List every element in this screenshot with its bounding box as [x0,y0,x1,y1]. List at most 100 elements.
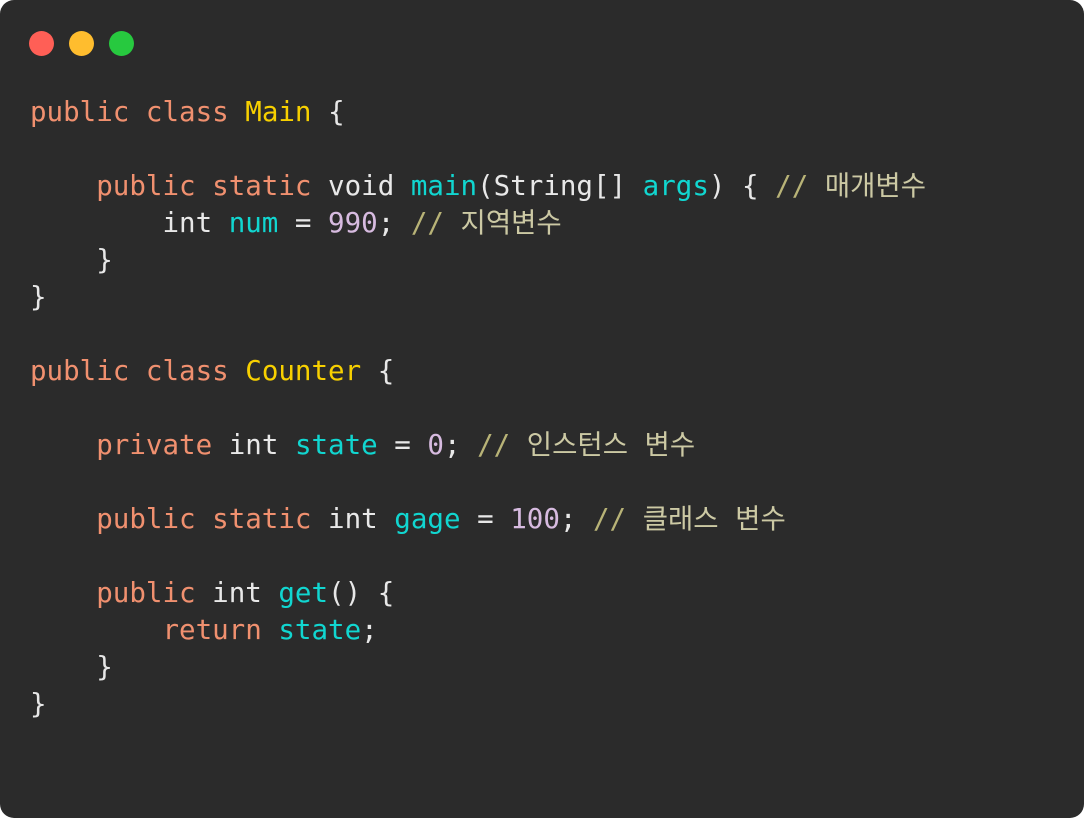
type-int: int [228,429,279,461]
maximize-button-icon[interactable] [109,31,134,56]
keyword-class: class [145,355,229,387]
operator-assign: = [294,207,312,239]
number-100: 100 [510,503,560,535]
method-name-get: get [278,577,329,609]
field-state-reference: state [278,614,362,646]
keyword-static: static [212,170,312,202]
code-editor-area[interactable]: public class Main { public static void m… [0,76,1084,818]
keyword-public: public [96,503,196,535]
code-line-4: int num = 990; // 지역변수 [30,205,1084,242]
brace-open: { [742,170,759,202]
param-args: args [642,170,709,202]
brace-close: } [30,688,47,720]
type-int: int [212,577,262,609]
brace-close: } [30,281,47,313]
keyword-class: class [145,96,229,128]
code-block[interactable]: public class Main { public static void m… [30,94,1084,723]
operator-assign: = [477,503,494,535]
code-line-7-blank [30,316,1084,353]
code-line-13-blank [30,538,1084,575]
brace-close: } [96,244,113,276]
paren-open: ( [477,170,494,202]
keyword-return: return [162,614,262,646]
window-titlebar [0,0,1084,76]
type-string-array: String[] [493,170,627,202]
comment-text-class-variable: 클래스 변수 [642,503,786,535]
code-line-17: } [30,686,1084,723]
code-line-9-blank [30,390,1084,427]
code-line-10: private int state = 0; // 인스턴스 변수 [30,427,1084,464]
code-line-2-blank [30,131,1084,168]
semicolon: ; [443,429,461,461]
method-name-main: main [410,170,478,202]
type-int: int [162,207,213,239]
class-name-main: Main [245,96,312,128]
comment-text-parameter: 매개변수 [824,170,927,202]
keyword-public: public [96,577,196,609]
brace-open: { [328,96,345,128]
close-button-icon[interactable] [29,31,54,56]
type-void: void [328,170,395,202]
semicolon: ; [559,503,577,535]
brace-open: { [377,355,395,387]
semicolon: ; [377,207,395,239]
class-name-counter: Counter [245,355,362,387]
keyword-static: static [212,503,312,535]
code-line-3: public static void main(String[] args) {… [30,168,1084,205]
keyword-public: public [30,355,130,387]
code-line-15: return state; [30,612,1084,649]
keyword-public: public [30,96,130,128]
comment-slashes: // [410,207,444,239]
minimize-button-icon[interactable] [69,31,94,56]
comment-slashes: // [593,503,627,535]
code-line-12: public static int gage = 100; // 클래스 변수 [30,501,1084,538]
field-state: state [294,429,378,461]
paren-close: ) [708,170,726,202]
code-line-1: public class Main { [30,94,1084,131]
semicolon: ; [361,614,378,646]
field-gage: gage [394,503,461,535]
type-int: int [328,503,378,535]
parens: () [328,577,362,609]
brace-open: { [377,577,395,609]
code-line-5: } [30,242,1084,279]
comment-slashes: // [477,429,511,461]
operator-assign: = [394,429,411,461]
comment-slashes: // [775,170,809,202]
